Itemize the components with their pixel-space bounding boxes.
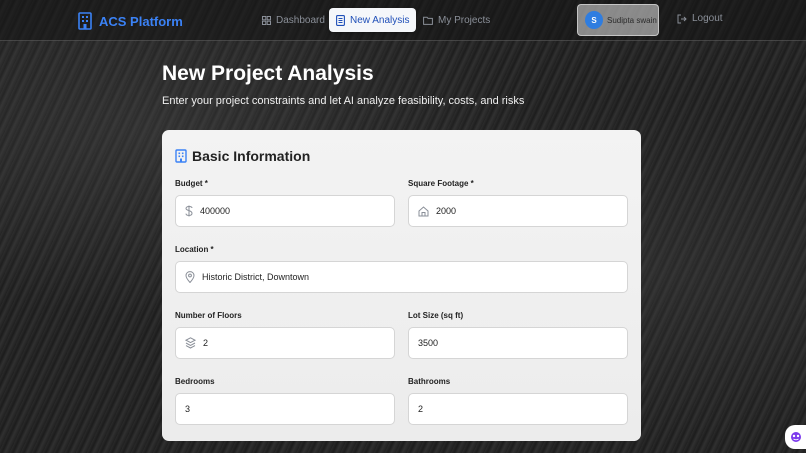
- section-title: Basic Information: [192, 148, 311, 164]
- square-footage-value: 2000: [436, 206, 457, 216]
- home-icon: [418, 205, 429, 217]
- dollar-icon: [185, 205, 193, 217]
- budget-input[interactable]: 400000: [175, 195, 395, 227]
- location-value: Historic District, Downtown: [202, 272, 310, 282]
- chat-widget-icon: [790, 431, 802, 443]
- nav-dashboard-label: Dashboard: [276, 14, 325, 26]
- chat-widget-button[interactable]: [785, 425, 806, 449]
- logout-button[interactable]: Logout: [677, 13, 723, 24]
- building-icon: [175, 149, 187, 163]
- folder-icon: [423, 16, 433, 25]
- map-pin-icon: [185, 271, 195, 283]
- user-menu[interactable]: S Sudipta swain: [577, 4, 659, 36]
- nav-new-analysis[interactable]: New Analysis: [329, 8, 417, 32]
- bedrooms-label: Bedrooms: [175, 377, 215, 386]
- square-footage-label: Square Footage *: [408, 179, 474, 188]
- bedrooms-input[interactable]: 3: [175, 393, 395, 425]
- avatar: S: [585, 11, 603, 29]
- nav-dashboard[interactable]: Dashboard: [255, 8, 332, 32]
- brand-name: ACS Platform: [99, 13, 183, 29]
- floors-value: 2: [203, 338, 209, 348]
- square-footage-input[interactable]: 2000: [408, 195, 628, 227]
- bathrooms-label: Bathrooms: [408, 377, 451, 386]
- lot-size-value: 3500: [418, 338, 439, 348]
- bathrooms-input[interactable]: 2: [408, 393, 628, 425]
- budget-value: 400000: [200, 206, 231, 216]
- document-icon: [336, 14, 345, 26]
- lot-size-label: Lot Size (sq ft): [408, 311, 464, 320]
- location-input[interactable]: Historic District, Downtown: [175, 261, 628, 293]
- brand-logo[interactable]: ACS Platform: [77, 10, 183, 32]
- floors-input[interactable]: 2: [175, 327, 395, 359]
- layers-icon: [185, 337, 196, 349]
- bedrooms-value: 3: [185, 404, 191, 414]
- lot-size-input[interactable]: 3500: [408, 327, 628, 359]
- location-label: Location *: [175, 245, 214, 254]
- grid-icon: [262, 15, 271, 25]
- building-icon: [77, 12, 93, 30]
- bathrooms-value: 2: [418, 404, 424, 414]
- basic-information-card: Basic Information Budget * 400000 Square…: [162, 130, 641, 441]
- nav-my-projects-label: My Projects: [438, 14, 491, 26]
- nav-new-analysis-label: New Analysis: [350, 14, 410, 26]
- page-subtitle: Enter your project constraints and let A…: [162, 95, 525, 107]
- logout-label: Logout: [692, 13, 723, 24]
- nav-my-projects[interactable]: My Projects: [416, 8, 497, 32]
- floors-label: Number of Floors: [175, 311, 242, 320]
- top-navbar: ACS Platform Dashboard New Analysis My P…: [0, 0, 806, 41]
- logout-icon: [677, 14, 687, 24]
- user-name: Sudipta swain: [607, 15, 657, 25]
- section-header: Basic Information: [175, 148, 310, 164]
- budget-label: Budget *: [175, 179, 208, 188]
- page-title: New Project Analysis: [162, 62, 374, 85]
